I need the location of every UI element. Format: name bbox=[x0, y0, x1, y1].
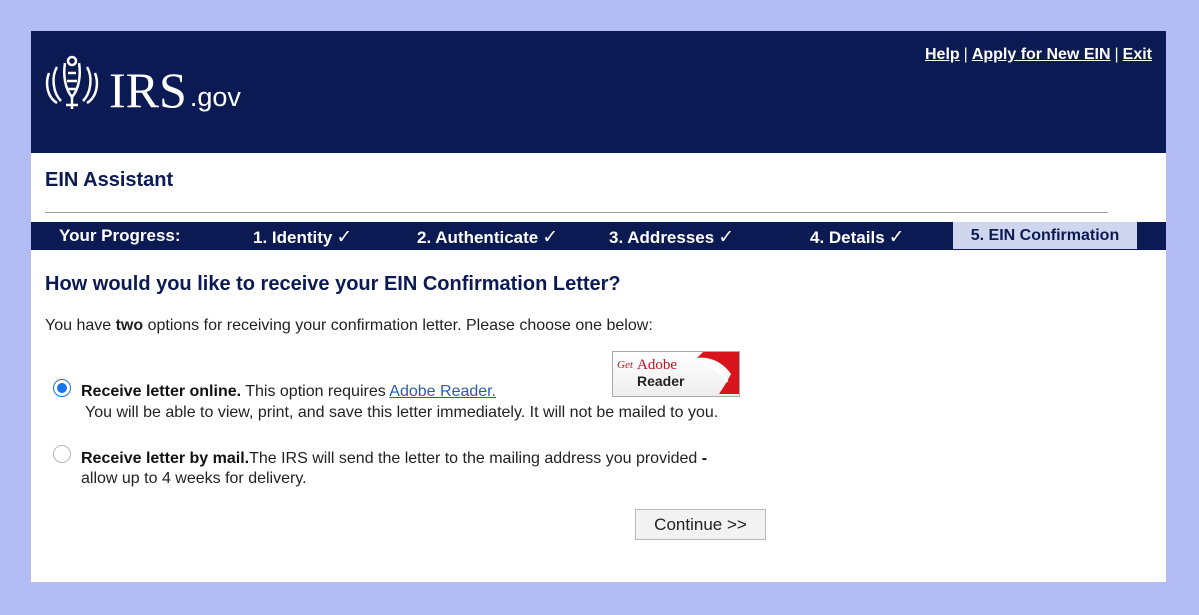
progress-bar: Your Progress: 1. Identity ✓ 2. Authentic… bbox=[31, 222, 1166, 250]
option-mail-title: Receive letter by mail. bbox=[81, 450, 250, 467]
header-banner: IRS .gov Help | Apply for New EIN | Exit bbox=[31, 31, 1166, 153]
badge-adobe: Adobe bbox=[637, 357, 677, 373]
adobe-reader-icon bbox=[697, 352, 739, 394]
progress-step-addresses: 3. Addresses ✓ bbox=[609, 226, 734, 249]
option-mail-desc: The IRS will send the letter to the mail… bbox=[249, 450, 702, 467]
badge-get: Get bbox=[617, 359, 633, 371]
option-online-line2: You will be able to view, print, and sav… bbox=[85, 404, 719, 421]
continue-button[interactable]: Continue >> bbox=[635, 509, 766, 540]
progress-step-details: 4. Details ✓ bbox=[810, 226, 905, 249]
option-online-text: Receive letter online. This option requi… bbox=[81, 382, 496, 401]
radio-receive-mail[interactable] bbox=[53, 445, 71, 463]
intro-bold: two bbox=[115, 317, 144, 334]
option-mail-dash: - bbox=[701, 450, 708, 467]
checkmark-icon: ✓ bbox=[336, 227, 353, 248]
step-label: 4. Details bbox=[810, 228, 885, 247]
top-links: Help | Apply for New EIN | Exit bbox=[925, 46, 1152, 64]
eagle-icon bbox=[45, 55, 99, 109]
link-separator: | bbox=[1114, 46, 1119, 63]
page-frame: IRS .gov Help | Apply for New EIN | Exit EIN… bbox=[31, 31, 1166, 582]
badge-reader: Reader bbox=[637, 373, 685, 389]
divider bbox=[45, 212, 1108, 213]
checkmark-icon: ✓ bbox=[542, 227, 559, 248]
option-mail-text: Receive letter by mail.The IRS will send… bbox=[81, 449, 707, 468]
progress-step-ein-confirmation: 5. EIN Confirmation bbox=[953, 222, 1137, 249]
option-mail-line2: allow up to 4 weeks for delivery. bbox=[81, 470, 307, 487]
progress-step-authenticate: 2. Authenticate ✓ bbox=[417, 226, 558, 249]
checkmark-icon: ✓ bbox=[718, 227, 735, 248]
question-heading: How would you like to receive your EIN C… bbox=[45, 273, 621, 295]
apply-new-ein-link[interactable]: Apply for New EIN bbox=[972, 46, 1111, 63]
progress-label: Your Progress: bbox=[59, 226, 181, 245]
irs-logo[interactable]: IRS .gov bbox=[41, 53, 241, 118]
adobe-reader-link[interactable]: Adobe Reader. bbox=[389, 383, 496, 400]
step-label: 3. Addresses bbox=[609, 228, 715, 247]
help-link[interactable]: Help bbox=[925, 46, 960, 63]
assistant-title: EIN Assistant bbox=[45, 169, 174, 191]
radio-receive-online[interactable] bbox=[53, 379, 71, 397]
exit-link[interactable]: Exit bbox=[1123, 46, 1152, 63]
logo-irs-text: IRS bbox=[109, 62, 187, 118]
intro-before: You have bbox=[45, 317, 116, 334]
option-online-desc: This option requires bbox=[241, 383, 390, 400]
step-label: 2. Authenticate bbox=[417, 228, 539, 247]
intro-after: options for receiving your confirmation … bbox=[143, 317, 653, 334]
progress-step-identity: 1. Identity ✓ bbox=[253, 226, 352, 249]
checkmark-icon: ✓ bbox=[888, 227, 905, 248]
get-adobe-reader-badge[interactable]: Get Adobe Reader bbox=[612, 351, 740, 397]
intro-text: You have two options for receiving your … bbox=[45, 317, 653, 335]
step-label: 1. Identity bbox=[253, 228, 333, 247]
link-separator: | bbox=[963, 46, 968, 63]
logo-gov-text: .gov bbox=[189, 82, 241, 112]
option-online-title: Receive letter online. bbox=[81, 383, 242, 400]
